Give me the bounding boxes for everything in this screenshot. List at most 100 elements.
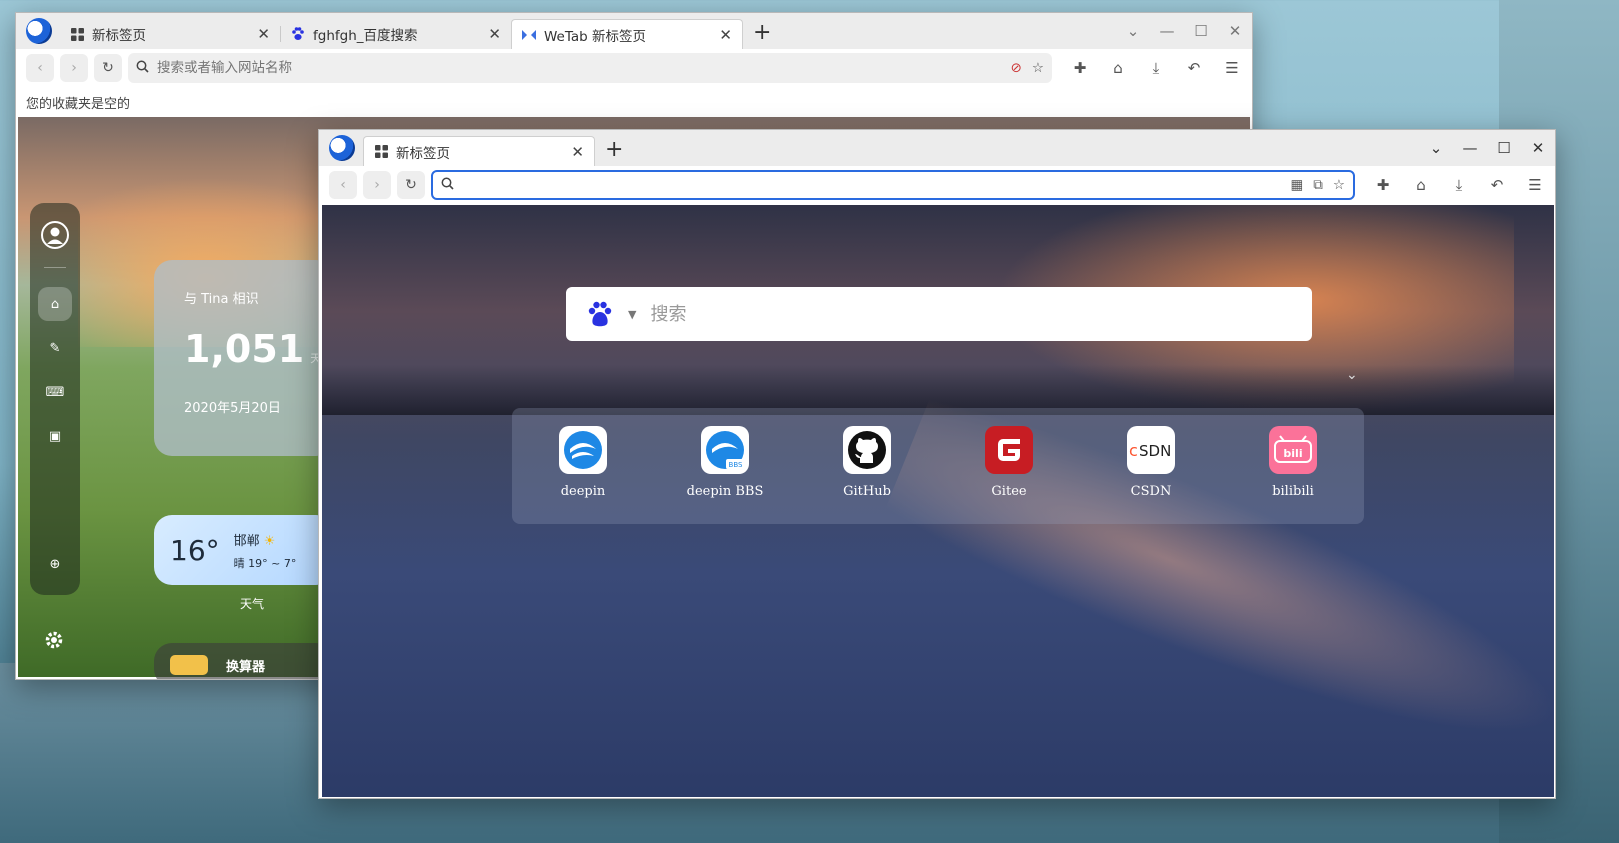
blocked-popup-icon[interactable]: ⊘	[1011, 60, 1022, 76]
minimize-icon[interactable]: —	[1453, 139, 1487, 157]
calculator-widget[interactable]: 换算器	[154, 643, 334, 679]
close-window-icon[interactable]: ✕	[1521, 139, 1555, 157]
baidu-paw-icon[interactable]	[586, 300, 614, 328]
code-icon[interactable]: ⌨	[38, 375, 72, 409]
store-icon[interactable]: ⌂	[1411, 176, 1431, 194]
deepin-bbs-icon: BBS	[701, 426, 749, 474]
chevron-down-icon[interactable]: ⌄	[1346, 367, 1358, 383]
forward-button[interactable]: ›	[60, 54, 88, 82]
countdown-title: 与 Tina 相识	[184, 292, 259, 307]
shortcut-bilibili[interactable]: bili bilibili	[1222, 426, 1364, 524]
svg-text:SDN: SDN	[1139, 442, 1171, 460]
shortcut-csdn[interactable]: c SDN CSDN	[1080, 426, 1222, 524]
extensions-puzzle-icon[interactable]: ✚	[1070, 59, 1090, 77]
grid-icon	[70, 27, 84, 41]
download-icon[interactable]: ⤓	[1146, 59, 1166, 77]
forward-button[interactable]: ›	[363, 171, 391, 199]
translate-icon[interactable]: ⧉	[1313, 177, 1323, 193]
bookmark-star-icon[interactable]: ☆	[1032, 60, 1044, 76]
bilibili-icon: bili	[1269, 426, 1317, 474]
tab-strip: 新标签页 ✕ fghfgh_百度搜索 ✕ WeTab 新标签页 ✕ + ⌄ — …	[16, 13, 1252, 49]
browser-logo-icon[interactable]	[26, 18, 52, 44]
download-icon[interactable]: ⤓	[1449, 176, 1469, 194]
tab-baidu-search[interactable]: fghfgh_百度搜索 ✕	[281, 19, 511, 49]
gitee-icon	[985, 426, 1033, 474]
gear-icon[interactable]	[43, 629, 65, 655]
calculator-icon	[170, 655, 208, 675]
shortcut-deepin-bbs[interactable]: BBS deepin BBS	[654, 426, 796, 524]
pen-icon[interactable]: ✎	[38, 331, 72, 365]
search-box[interactable]: ▼	[566, 287, 1312, 341]
menu-icon[interactable]: ☰	[1525, 176, 1545, 194]
extensions-puzzle-icon[interactable]: ✚	[1373, 176, 1393, 194]
window-controls: ⌄ — ☐ ✕	[1116, 13, 1252, 49]
search-icon	[136, 60, 149, 77]
search-icon	[441, 177, 454, 194]
back-button[interactable]: ‹	[329, 171, 357, 199]
tab-list-chevron-icon[interactable]: ⌄	[1419, 139, 1453, 157]
tab-list-chevron-icon[interactable]: ⌄	[1116, 22, 1150, 40]
countdown-value: 1,051 天	[184, 327, 322, 371]
home-icon[interactable]: ⌂	[38, 287, 72, 321]
browser-window-front[interactable]: 新标签页 ✕ + ⌄ — ☐ ✕ ‹ › ↻ ▦ ⧉ ☆ ✚ ⌂ ⤓ ↶ ☰ ▼…	[318, 129, 1556, 799]
tab-label: WeTab 新标签页	[544, 28, 647, 45]
navigation-toolbar: ‹ › ↻ ⊘ ☆ ✚ ⌂ ⤓ ↶ ☰	[16, 49, 1252, 87]
store-icon[interactable]: ⌂	[1108, 59, 1128, 77]
github-icon	[843, 426, 891, 474]
bookmark-star-icon[interactable]: ☆	[1333, 177, 1345, 193]
sun-icon: ☀	[263, 533, 276, 549]
address-input[interactable]	[462, 177, 1283, 193]
shortcut-deepin[interactable]: deepin	[512, 426, 654, 524]
csdn-icon: c SDN	[1127, 426, 1175, 474]
navigation-toolbar: ‹ › ↻ ▦ ⧉ ☆ ✚ ⌂ ⤓ ↶ ☰	[319, 166, 1555, 204]
weather-detail: 晴 19° ~ 7°	[233, 556, 297, 570]
close-window-icon[interactable]: ✕	[1218, 22, 1252, 40]
countdown-widget[interactable]: 与 Tina 相识 1,051 天 2020年5月20日	[154, 260, 334, 456]
maximize-icon[interactable]: ☐	[1487, 139, 1521, 157]
bookmarks-bar: 您的收藏夹是空的	[16, 87, 1252, 113]
weather-temperature: 16°	[170, 533, 220, 567]
maximize-icon[interactable]: ☐	[1184, 22, 1218, 40]
weather-widget[interactable]: 16° 邯郸 ☀ 晴 19° ~ 7°	[154, 515, 334, 585]
shortcut-github[interactable]: GitHub	[796, 426, 938, 524]
close-icon[interactable]: ✕	[571, 143, 584, 161]
bag-icon[interactable]: ▣	[38, 419, 72, 453]
svg-text:BBS: BBS	[729, 461, 743, 469]
add-circle-icon[interactable]: ⊕	[38, 547, 72, 581]
weather-city: 邯郸 ☀	[233, 533, 276, 549]
shortcut-gitee[interactable]: Gitee	[938, 426, 1080, 524]
tab-strip: 新标签页 ✕ + ⌄ — ☐ ✕	[319, 130, 1555, 166]
undo-icon[interactable]: ↶	[1487, 176, 1507, 194]
chevron-down-icon[interactable]: ▼	[628, 308, 636, 321]
avatar-icon[interactable]	[38, 218, 72, 252]
menu-icon[interactable]: ☰	[1222, 59, 1242, 77]
tab-wetab[interactable]: WeTab 新标签页 ✕	[511, 19, 743, 49]
back-button[interactable]: ‹	[26, 54, 54, 82]
sidebar-divider	[44, 267, 66, 268]
wetab-sidebar: ⌂ ✎ ⌨ ▣ ⊕	[30, 203, 80, 595]
weather-caption: 天气	[240, 597, 265, 611]
calculator-label: 换算器	[226, 659, 266, 675]
tab-label: fghfgh_百度搜索	[313, 28, 418, 44]
new-tab-button[interactable]: +	[753, 20, 771, 45]
new-tab-button[interactable]: +	[605, 137, 623, 162]
address-bar[interactable]: ▦ ⧉ ☆	[431, 170, 1355, 200]
close-icon[interactable]: ✕	[257, 25, 270, 43]
undo-icon[interactable]: ↶	[1184, 59, 1204, 77]
tab-label: 新标签页	[396, 145, 450, 162]
tab-new-tab[interactable]: 新标签页 ✕	[60, 19, 280, 49]
search-input[interactable]	[650, 303, 1312, 325]
deepin-icon	[559, 426, 607, 474]
qr-code-icon[interactable]: ▦	[1290, 177, 1303, 193]
close-icon[interactable]: ✕	[719, 26, 732, 44]
address-bar[interactable]: ⊘ ☆	[128, 53, 1052, 83]
address-input[interactable]	[157, 60, 1003, 76]
grid-icon	[374, 145, 388, 159]
new-tab-page: ▼ ⌄ deepin BBS deepin BBS GitHub	[322, 205, 1554, 797]
browser-logo-icon[interactable]	[329, 135, 355, 161]
reload-button[interactable]: ↻	[94, 54, 122, 82]
reload-button[interactable]: ↻	[397, 171, 425, 199]
tab-new-tab[interactable]: 新标签页 ✕	[363, 136, 595, 166]
minimize-icon[interactable]: —	[1150, 22, 1184, 40]
close-icon[interactable]: ✕	[488, 25, 501, 43]
